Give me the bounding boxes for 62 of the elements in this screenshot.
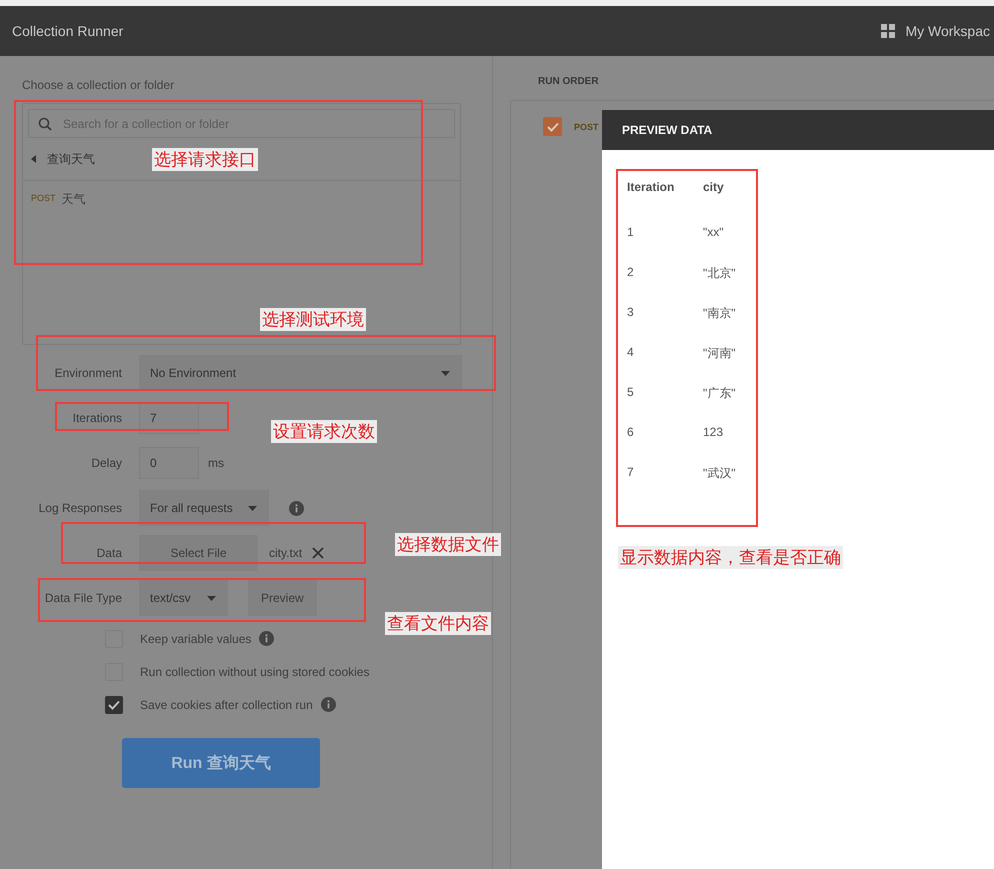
- folder-name: 查询天气: [47, 150, 95, 168]
- checkbox-label: Save cookies after collection run: [140, 698, 313, 712]
- caret-down-icon: [248, 506, 257, 510]
- dropdown[interactable]: text/csv: [139, 580, 228, 616]
- table-cell-text: 2: [627, 265, 635, 281]
- annotation-text: 选择请求接口: [152, 148, 258, 171]
- table-cell-text: 4: [627, 345, 635, 361]
- field-label: Data File Type: [44, 591, 122, 605]
- table-cell-text: 3: [627, 305, 635, 321]
- dropdown[interactable]: For all requests: [139, 490, 269, 526]
- table-cell-text: 7: [627, 465, 635, 481]
- table-cell-text: 1: [627, 225, 635, 241]
- checkbox[interactable]: [105, 696, 123, 714]
- window-title: Collection Runner: [12, 23, 124, 39]
- info-icon[interactable]: [289, 500, 304, 516]
- table-cell-text: 123: [703, 425, 724, 441]
- table-cell-text: "广东": [703, 385, 736, 402]
- unit-label: ms: [208, 456, 224, 470]
- table-cell-text: "北京": [703, 265, 736, 282]
- table-cell-text: "xx": [703, 225, 724, 241]
- annotation-text: 显示数据内容，查看是否正确: [618, 546, 843, 569]
- workspace-menu[interactable]: My Workspac: [905, 23, 990, 39]
- field-label: Environment: [54, 366, 122, 380]
- file-name: city.txt: [269, 546, 302, 560]
- checkbox-label: Run collection without using stored cookies: [140, 664, 370, 678]
- checkbox[interactable]: [543, 117, 562, 136]
- table-cell-text: "河南": [703, 345, 736, 362]
- annotation-text: 选择测试环境: [260, 308, 366, 331]
- info-icon[interactable]: [259, 631, 274, 646]
- field-label: Data: [96, 546, 122, 560]
- table-cell-text: 5: [627, 385, 635, 401]
- annotation-text: 选择数据文件: [395, 533, 501, 556]
- field-label: Iterations: [72, 411, 122, 425]
- table-cell-text: "武汉": [703, 465, 736, 482]
- dropdown[interactable]: No Environment: [139, 355, 462, 391]
- annotation-text: 查看文件内容: [385, 612, 491, 635]
- select-file-button[interactable]: Select File: [139, 535, 258, 571]
- table-cell-text: 6: [627, 425, 635, 441]
- grid-icon[interactable]: [881, 24, 896, 38]
- dialog-title: PREVIEW DATA: [622, 123, 712, 137]
- table-cell-text: "南京": [703, 305, 736, 322]
- field-label: Log Responses: [38, 501, 122, 515]
- run-button[interactable]: Run 查询天气: [122, 738, 320, 788]
- info-icon[interactable]: [320, 697, 336, 712]
- request-item[interactable]: 天气: [62, 191, 86, 208]
- annotation-text: 设置请求次数: [271, 420, 377, 443]
- method-label: POST: [31, 192, 56, 205]
- caret-down-icon: [207, 596, 216, 600]
- field-label: Delay: [90, 456, 122, 470]
- check-icon: [546, 122, 558, 132]
- preview-button[interactable]: Preview: [248, 580, 317, 616]
- back-caret-icon: [31, 155, 37, 163]
- column-header: Iteration: [627, 180, 676, 196]
- column-header: city: [703, 180, 724, 196]
- number-input[interactable]: 0: [139, 447, 199, 479]
- caret-down-icon: [441, 370, 450, 376]
- check-icon: [108, 700, 120, 710]
- method-label: POST: [574, 122, 599, 132]
- section-title: RUN ORDER: [538, 76, 600, 89]
- close-icon[interactable]: [312, 547, 324, 559]
- checkbox-label: Keep variable values: [140, 632, 252, 646]
- section-label: Choose a collection or folder: [22, 78, 176, 94]
